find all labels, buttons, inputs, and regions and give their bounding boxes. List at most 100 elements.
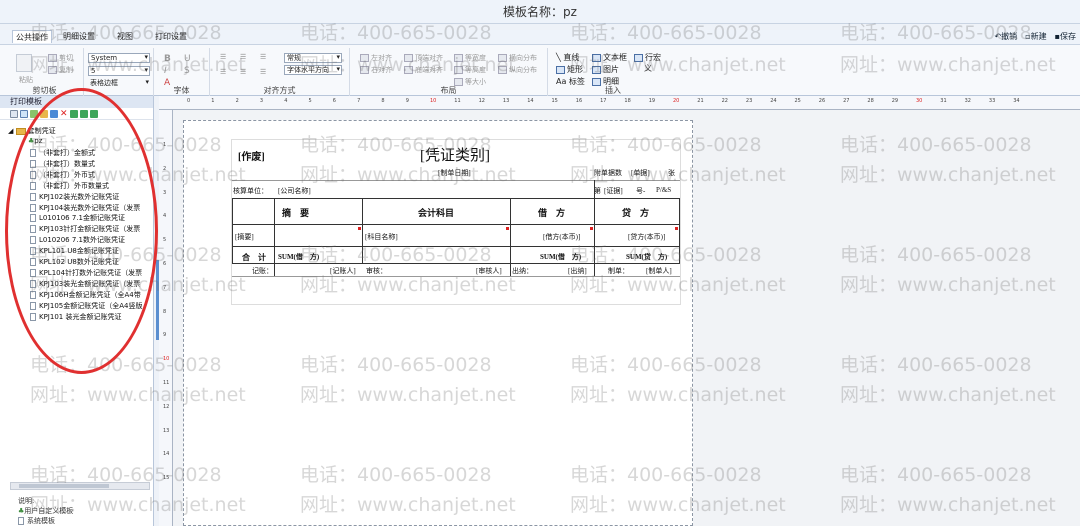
font-name-select[interactable]: System xyxy=(88,53,150,63)
ruler-tick-label: 4 xyxy=(284,98,288,104)
text-style-select[interactable]: 常规 xyxy=(284,53,342,63)
tree-item[interactable]: KPJ103针打金额记账凭证（发票 xyxy=(30,224,140,234)
import-icon[interactable] xyxy=(69,110,78,118)
valign-middle-icon[interactable]: ☰ xyxy=(240,68,246,76)
group-clipboard: 粘贴 剪切 复制 剪切板 xyxy=(6,48,84,96)
ruler-tick-label: 1 xyxy=(163,142,167,148)
ruler-tick-label: 2 xyxy=(163,165,167,172)
bold-icon[interactable]: B xyxy=(164,54,171,64)
align-right-icon[interactable]: ☰ xyxy=(260,53,266,61)
tree-item[interactable]: KPJ101 装光金额记账凭证 xyxy=(30,312,121,322)
tree-item[interactable]: L010206 7.1数外记账凭证 xyxy=(30,235,125,245)
export-icon[interactable] xyxy=(79,110,88,118)
insert-textbox-button[interactable]: 文本框 xyxy=(592,52,627,63)
attachment-count-field[interactable]: [单据] xyxy=(631,168,650,178)
insert-image-button[interactable]: 图片 xyxy=(592,64,619,75)
tree-item[interactable]: KPJ105金额记账凭证（全A4竖版 xyxy=(30,301,142,311)
align-left-button[interactable]: 左对齐 xyxy=(360,53,392,63)
tree-item[interactable]: KPL102 U8数外记账凭证 xyxy=(30,257,119,267)
distribute-horizontal-button[interactable]: 横向分布 xyxy=(498,53,537,63)
insert-macro-button[interactable]: 行宏 xyxy=(634,52,661,63)
edit-icon[interactable] xyxy=(50,110,58,118)
tree-item-pz[interactable]: ♣pz xyxy=(28,137,42,145)
font-size-select[interactable]: 5 xyxy=(88,66,150,76)
insert-line-button[interactable]: ╲ 直线 xyxy=(556,52,579,63)
horizontal-scrollbar[interactable] xyxy=(10,482,150,490)
underline-icon[interactable]: U xyxy=(184,54,191,64)
cashier-field[interactable]: [出纳] xyxy=(568,266,587,276)
undo-button[interactable]: ↶撤销 xyxy=(994,31,1017,43)
distribute-vertical-button[interactable]: 纵向分布 xyxy=(498,65,537,75)
tab-print-settings[interactable]: 打印设置 xyxy=(152,30,190,43)
tree-item[interactable]: KPJ106H金额记账凭证（全A4带 xyxy=(30,290,141,300)
bookkeeper-field[interactable]: [记账人] xyxy=(330,266,356,276)
same-width-button[interactable]: 等宽度 xyxy=(454,53,486,63)
align-right-button[interactable]: 右对齐 xyxy=(360,65,392,75)
summary-field[interactable]: [摘要] xyxy=(235,232,254,242)
save-button[interactable]: ▪保存 xyxy=(1055,31,1076,43)
italic-icon[interactable]: I xyxy=(164,66,167,76)
tab-detail-settings[interactable]: 明细设置 xyxy=(60,30,98,43)
total-sum-field[interactable]: SUM(借 方) xyxy=(278,252,319,262)
reviewer-field[interactable]: [审核人] xyxy=(476,266,502,276)
scroll-thumb[interactable] xyxy=(19,484,109,488)
align-center-icon[interactable]: ☰ xyxy=(240,53,246,61)
align-top-button[interactable]: 顶端对齐 xyxy=(404,53,443,63)
print-page[interactable]: [作废] [凭证类别] [制单日期] 附单据数 [单据] 张 核算单位： [公司… xyxy=(183,120,693,526)
tab-view[interactable]: 视图 xyxy=(114,30,136,43)
preparer-field[interactable]: [制单人] xyxy=(646,266,672,276)
void-field[interactable]: [作废] xyxy=(238,148,265,163)
copy-template-icon[interactable] xyxy=(20,110,28,118)
tab-common[interactable]: 公共操作 xyxy=(12,30,52,43)
ruler-tick-label: 18 xyxy=(624,98,631,104)
tree-root[interactable]: ◢ 套制凭证 xyxy=(8,126,56,136)
tree-item[interactable]: （非套打）金额式 xyxy=(30,148,95,158)
tree-item[interactable]: （非套打）外币式 xyxy=(30,170,95,180)
same-height-button[interactable]: 等高度 xyxy=(454,65,486,75)
design-canvas[interactable]: [作废] [凭证类别] [制单日期] 附单据数 [单据] 张 核算单位： [公司… xyxy=(173,110,1080,526)
voucher-type-field[interactable]: [凭证类别] xyxy=(420,144,490,165)
tree-item[interactable]: KPJ104装光数外记账凭证（发票 xyxy=(30,203,140,213)
tree-item[interactable]: KPL104针打数外记账凭证（发票 xyxy=(30,268,142,278)
tree-item[interactable]: KPJ102装光数外记账凭证 xyxy=(30,192,119,202)
macro-icon xyxy=(634,53,643,62)
total-credit-field[interactable]: SUM(贷 方) xyxy=(626,252,667,262)
tree-item[interactable]: KPJ103装光金额记账凭证（发票 xyxy=(30,279,140,289)
copy-button[interactable]: 复制 xyxy=(48,65,73,75)
voucher-no-field[interactable]: [证据] xyxy=(604,186,623,196)
align-left-icon[interactable]: ☰ xyxy=(220,53,226,61)
delete-icon[interactable]: ✕ xyxy=(60,110,68,119)
tree-item[interactable]: L010106 7.1金额记账凭证 xyxy=(30,213,125,223)
tree-item[interactable]: （非套打）数量式 xyxy=(30,159,95,169)
panel-toolbar: ✕ xyxy=(0,108,153,120)
insert-rect-button[interactable]: 矩形 xyxy=(556,64,583,75)
page-format-field[interactable]: P/&S xyxy=(656,186,671,194)
ruler-tick-label: 1 xyxy=(211,98,215,104)
text-direction-select[interactable]: 字体水平方向 xyxy=(284,65,342,75)
valign-bottom-icon[interactable]: ☰ xyxy=(260,68,266,76)
insert-define-button[interactable]: 义 xyxy=(644,63,652,74)
table-border-select[interactable]: 表格边框 xyxy=(88,78,150,89)
cut-button[interactable]: 剪切 xyxy=(48,53,73,63)
credit-field[interactable]: [贷方(本币)] xyxy=(628,232,665,242)
strike-icon[interactable]: S xyxy=(184,66,190,76)
company-name-field[interactable]: [公司名称] xyxy=(278,186,311,196)
debit-field[interactable]: [借方(本币)] xyxy=(543,232,580,242)
folder-icon[interactable] xyxy=(40,110,48,118)
ruler-tick-label: 27 xyxy=(843,98,850,104)
tree-item[interactable]: KPL101 U8金额记账凭证 xyxy=(30,246,119,256)
voucher-no-prefix: 第 xyxy=(594,187,601,195)
align-bottom-button[interactable]: 底端对齐 xyxy=(404,65,443,75)
account-name-field[interactable]: [科目名称] xyxy=(365,232,398,242)
add-icon[interactable] xyxy=(30,110,38,118)
paste-button[interactable]: 粘贴 xyxy=(19,75,33,85)
tree-item[interactable]: （非套打）外币数量式 xyxy=(30,181,109,191)
valign-top-icon[interactable]: ☰ xyxy=(220,68,226,76)
total-debit-field[interactable]: SUM(借 方) xyxy=(540,252,581,262)
refresh-icon[interactable] xyxy=(89,110,98,118)
voucher-date-field[interactable]: [制单日期] xyxy=(438,168,471,178)
new-template-icon[interactable] xyxy=(10,110,18,118)
folder-icon xyxy=(15,127,26,135)
new-button[interactable]: ▫新建 xyxy=(1025,31,1046,43)
ruler-tick-label: 4 xyxy=(163,213,167,220)
